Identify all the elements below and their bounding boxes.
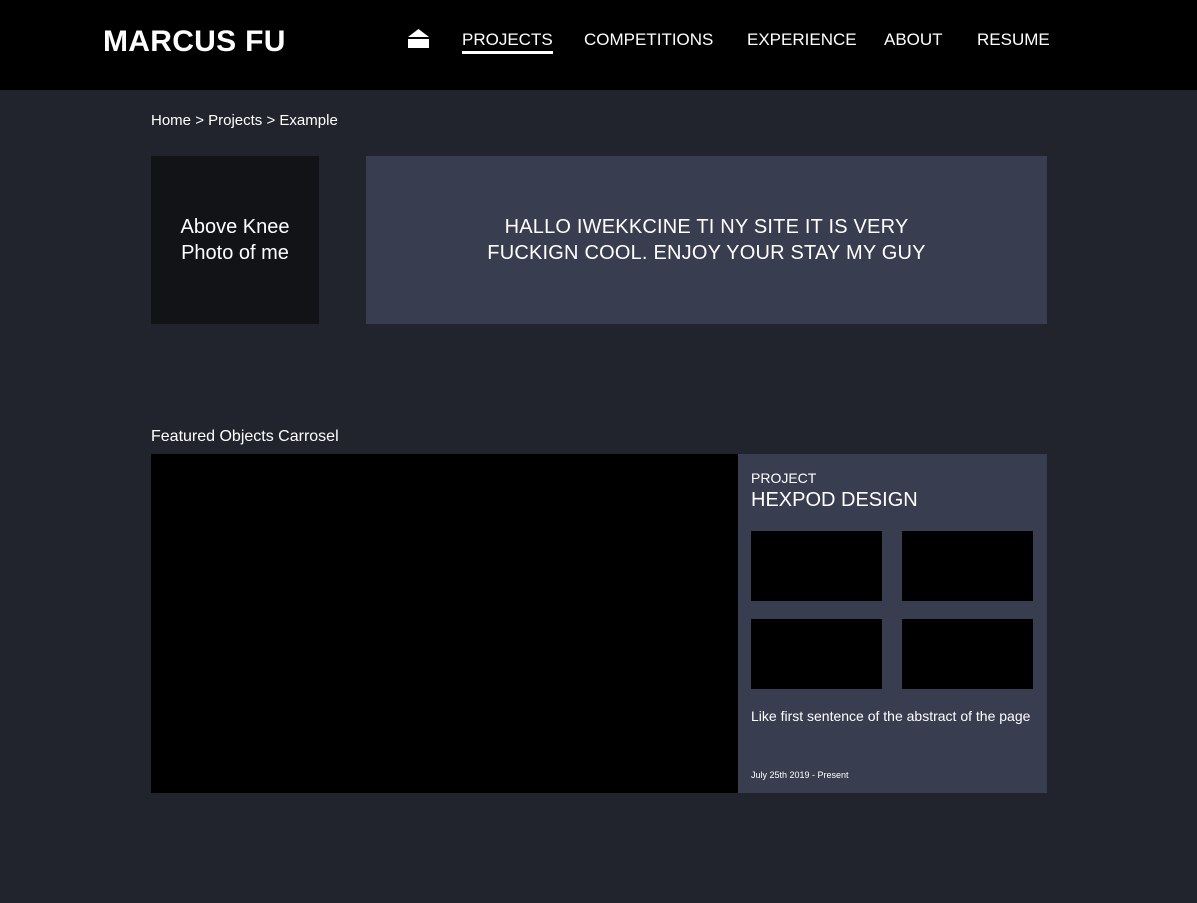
breadcrumb-separator: > [195,112,204,129]
project-title[interactable]: HEXPOD DESIGN [751,488,918,512]
breadcrumb-projects[interactable]: Projects [208,112,262,129]
featured-section-title: Featured Objects Carrosel [151,428,339,445]
breadcrumb: Home > Projects > Example [151,112,338,130]
breadcrumb-current: Example [279,112,338,129]
profile-photo-placeholder: Above Knee Photo of me [151,156,319,324]
welcome-banner: HALLO IWEKKCINE TI NY SITE IT IS VERY FU… [366,156,1047,324]
home-icon[interactable] [408,29,429,48]
nav-experience[interactable]: EXPERIENCE [747,30,857,50]
photo-placeholder-text: Above Knee Photo of me [180,216,290,264]
breadcrumb-separator: > [266,112,276,129]
nav-resume[interactable]: RESUME [977,30,1050,50]
nav-about[interactable]: ABOUT [884,30,943,50]
project-thumbnail[interactable] [902,619,1033,689]
top-navigation-bar: MARCUS FU PROJECTS COMPETITIONS EXPERIEN… [0,0,1197,90]
nav-projects[interactable]: PROJECTS [462,30,553,54]
carousel-main-image[interactable] [151,454,738,793]
carousel-project-panel: PROJECT HEXPOD DESIGN Like first sentenc… [738,454,1047,793]
breadcrumb-home[interactable]: Home [151,112,191,129]
welcome-text: HALLO IWEKKCINE TI NY SITE IT IS VERY FU… [487,216,926,264]
project-thumbnail[interactable] [751,619,882,689]
project-dates: July 25th 2019 - Present [751,770,849,780]
nav-competitions[interactable]: COMPETITIONS [584,30,713,50]
project-thumbnail[interactable] [902,531,1033,601]
site-brand[interactable]: MARCUS FU [103,25,286,59]
project-thumbnail[interactable] [751,531,882,601]
project-kicker: PROJECT [751,470,817,486]
project-description: Like first sentence of the abstract of t… [751,708,1031,724]
